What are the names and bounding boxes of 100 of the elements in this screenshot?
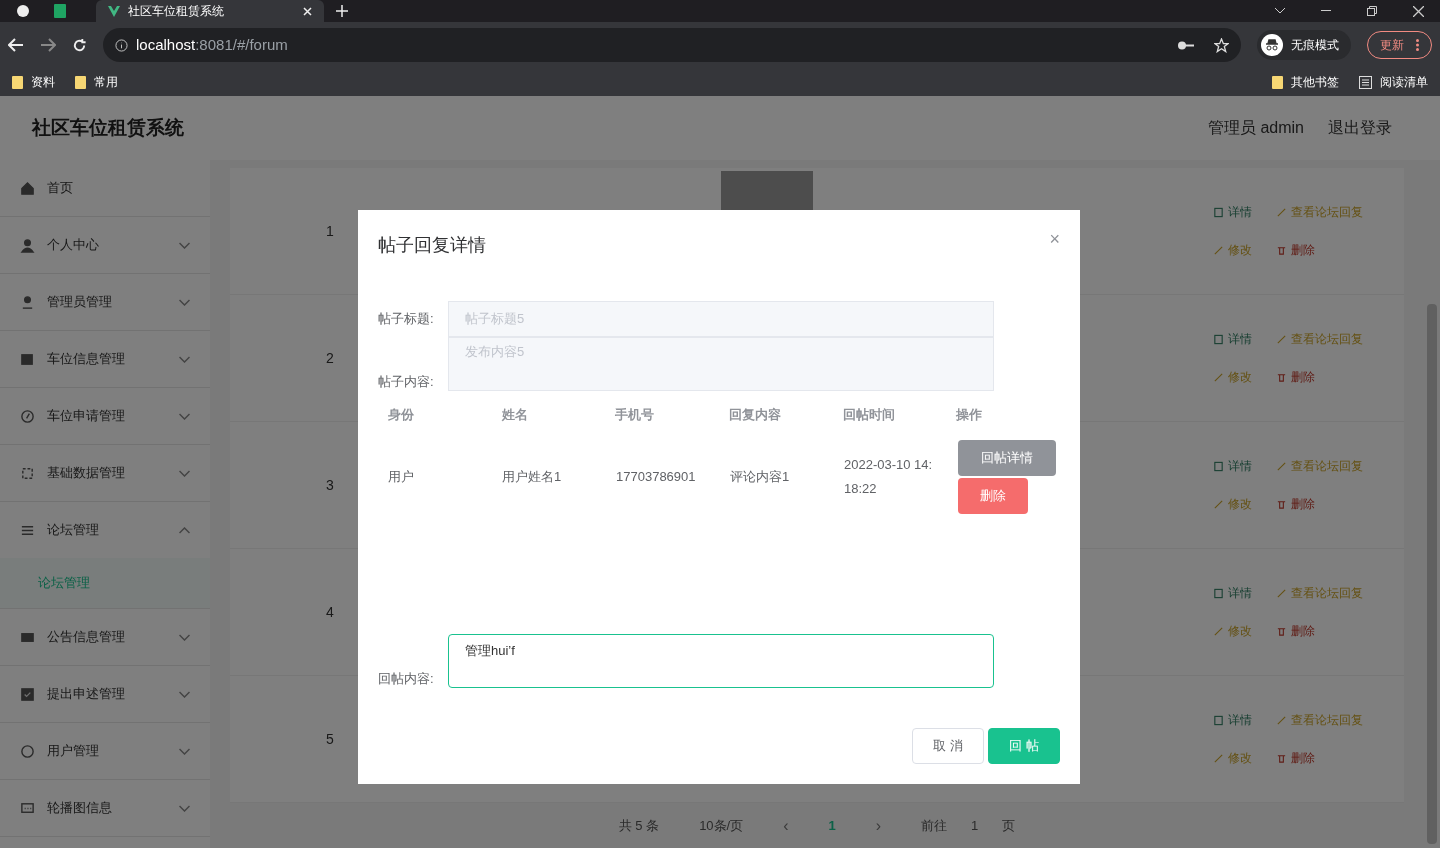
frame-icon bbox=[20, 465, 35, 481]
menu-item[interactable]: 首页 bbox=[0, 160, 210, 216]
menu-item[interactable]: 用户管理 bbox=[0, 723, 210, 779]
logout-link[interactable]: 退出登录 bbox=[1328, 116, 1392, 140]
goto-suffix: 页 bbox=[1002, 816, 1016, 835]
action-link[interactable]: 修改 bbox=[1213, 241, 1252, 259]
goto-label: 前往 bbox=[921, 816, 948, 835]
field-label: 帖子内容: bbox=[378, 372, 435, 391]
action-link[interactable]: 修改 bbox=[1213, 622, 1252, 640]
reply-field[interactable]: 管理hui’f bbox=[448, 634, 994, 688]
key-icon[interactable] bbox=[1178, 40, 1194, 50]
bookmark-item[interactable]: 其他书签 bbox=[1272, 73, 1339, 91]
menu-item[interactable]: 轮播图信息 bbox=[0, 780, 210, 836]
star-icon[interactable] bbox=[1214, 37, 1229, 53]
reply-detail-button[interactable]: 回帖详情 bbox=[958, 440, 1056, 476]
list-icon bbox=[1359, 75, 1372, 89]
action-link[interactable]: 删除 bbox=[1276, 495, 1315, 513]
submit-button[interactable]: 回 帖 bbox=[988, 728, 1060, 764]
action-link[interactable]: 查看论坛回复 bbox=[1276, 584, 1363, 602]
user-icon bbox=[20, 237, 35, 253]
column-header: 操作 bbox=[955, 406, 984, 425]
chevron-down-icon[interactable] bbox=[1275, 8, 1285, 14]
profile-button[interactable]: 无痕模式 bbox=[1257, 30, 1351, 60]
close-icon[interactable] bbox=[1413, 5, 1424, 17]
action-icon bbox=[1276, 206, 1287, 218]
action-link[interactable]: 删除 bbox=[1276, 749, 1315, 767]
close-button[interactable]: × bbox=[1049, 230, 1060, 248]
page-number[interactable]: 1 bbox=[828, 815, 836, 836]
menu-item[interactable]: 基础数据管理 bbox=[0, 445, 210, 501]
action-link[interactable]: 查看论坛回复 bbox=[1276, 330, 1363, 348]
new-tab-icon[interactable] bbox=[336, 5, 348, 17]
action-icon bbox=[1276, 371, 1287, 383]
cancel-button[interactable]: 取 消 bbox=[912, 728, 984, 764]
column-header: 回帖时间 bbox=[841, 406, 896, 425]
action-link[interactable]: 详情 bbox=[1213, 711, 1252, 729]
action-link[interactable]: 删除 bbox=[1276, 622, 1315, 640]
action-link[interactable]: 查看论坛回复 bbox=[1276, 203, 1363, 221]
column-header: 身份 bbox=[387, 406, 415, 425]
action-icon bbox=[1213, 625, 1224, 637]
submenu-item[interactable]: 论坛管理 bbox=[0, 558, 210, 608]
menu-item[interactable]: 论坛管理 bbox=[0, 502, 210, 558]
more-icon bbox=[1416, 39, 1419, 51]
action-link[interactable]: 查看论坛回复 bbox=[1276, 711, 1363, 729]
action-icon bbox=[1276, 625, 1287, 637]
action-link[interactable]: 修改 bbox=[1213, 495, 1252, 513]
app-title: 社区车位租赁系统 bbox=[32, 115, 185, 140]
menu-item[interactable]: 车位信息管理 bbox=[0, 331, 210, 387]
home-icon bbox=[20, 180, 35, 196]
forward-icon[interactable] bbox=[40, 38, 56, 52]
action-icon bbox=[1276, 752, 1287, 764]
action-link[interactable]: 删除 bbox=[1276, 368, 1315, 386]
v-logo-icon bbox=[108, 5, 120, 17]
action-link[interactable]: 详情 bbox=[1213, 584, 1252, 602]
delete-button[interactable]: 删除 bbox=[958, 478, 1028, 514]
action-link[interactable]: 详情 bbox=[1213, 457, 1252, 475]
table-cell-text: 用户 bbox=[387, 468, 415, 486]
table-cell-text: 2022-03-10 14:18:22 bbox=[843, 456, 934, 498]
action-link[interactable]: 修改 bbox=[1213, 749, 1252, 767]
action-icon bbox=[1213, 460, 1224, 472]
menu-item[interactable]: 管理员管理 bbox=[0, 274, 210, 330]
url-text: localhost:8081/#/forum bbox=[136, 34, 288, 55]
row-index: 3 bbox=[326, 475, 334, 495]
dialog-title: 帖子回复详情 bbox=[378, 234, 487, 257]
action-icon bbox=[1213, 206, 1224, 218]
browser-tab[interactable]: 社区车位租赁系统 bbox=[96, 0, 324, 22]
table-cell-text: 评论内容1 bbox=[729, 468, 791, 486]
action-link[interactable]: 查看论坛回复 bbox=[1276, 457, 1363, 475]
page-size-select[interactable]: 10条/页 bbox=[699, 815, 744, 836]
menu-item[interactable]: 提出申述管理 bbox=[0, 666, 210, 722]
column-header: 姓名 bbox=[500, 406, 529, 425]
menu-item[interactable]: 车位申请管理 bbox=[0, 388, 210, 444]
next-page-button[interactable]: › bbox=[875, 813, 882, 838]
minimize-icon[interactable] bbox=[1321, 10, 1331, 12]
bookmark-item[interactable]: 阅读清单 bbox=[1359, 73, 1428, 91]
menu-item[interactable]: 个人中心 bbox=[0, 217, 210, 273]
column-header: 手机号 bbox=[614, 406, 656, 425]
bookmark-item[interactable]: 资料 bbox=[12, 73, 55, 91]
action-link[interactable]: 修改 bbox=[1213, 368, 1252, 386]
table-cell-text: 17703786901 bbox=[615, 468, 697, 486]
bookmark-item[interactable]: 常用 bbox=[75, 73, 118, 91]
user-label: 管理员 admin bbox=[1207, 118, 1304, 138]
menu-item[interactable]: 公告信息管理 bbox=[0, 609, 210, 665]
action-link[interactable]: 详情 bbox=[1213, 330, 1252, 348]
action-icon bbox=[1213, 587, 1224, 599]
address-field[interactable]: localhost:8081/#/forum bbox=[103, 28, 1241, 62]
back-icon[interactable] bbox=[8, 38, 24, 52]
prev-page-button[interactable]: ‹ bbox=[783, 813, 789, 838]
reload-icon[interactable] bbox=[72, 37, 87, 53]
goto-field[interactable]: 1 bbox=[963, 815, 987, 836]
action-link[interactable]: 删除 bbox=[1276, 241, 1315, 259]
circle-icon bbox=[20, 743, 35, 759]
total-count: 共 5 条 bbox=[618, 816, 660, 835]
restore-icon[interactable] bbox=[1367, 6, 1377, 16]
action-icon bbox=[1213, 244, 1224, 256]
action-icon bbox=[1276, 714, 1287, 726]
action-link[interactable]: 详情 bbox=[1213, 203, 1252, 221]
row-index: 5 bbox=[326, 729, 334, 749]
row-index: 2 bbox=[326, 348, 334, 368]
action-icon bbox=[1213, 371, 1224, 383]
scrollbar-thumb[interactable] bbox=[1427, 304, 1437, 844]
